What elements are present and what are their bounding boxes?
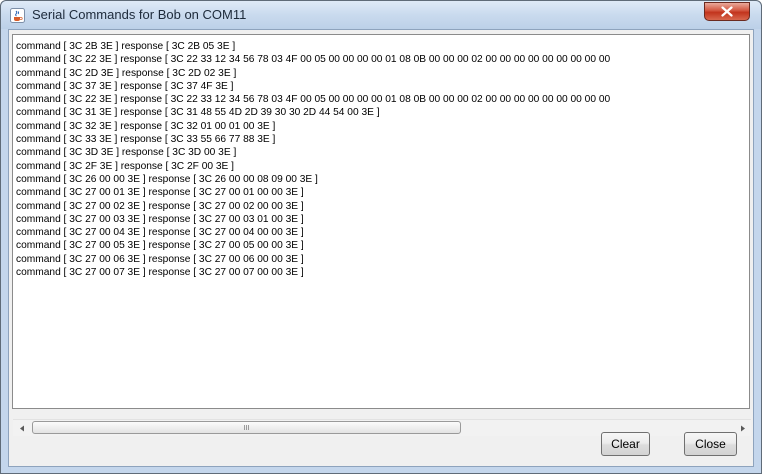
scrollbar-grip: III: [243, 423, 250, 432]
log-line: command [ 3C 22 3E ] response [ 3C 22 33…: [16, 94, 611, 106]
log-line: command [ 3C 27 00 07 3E ] response [ 3C…: [16, 267, 304, 279]
window-title: Serial Commands for Bob on COM11: [32, 7, 247, 22]
log-line: command [ 3C 27 00 03 3E ] response [ 3C…: [16, 213, 304, 225]
log-line: command [ 3C 22 3E ] response [ 3C 22 33…: [16, 54, 611, 66]
window-close-button[interactable]: [704, 2, 750, 21]
log-textarea[interactable]: command [ 3C 2B 3E ] response [ 3C 2B 05…: [12, 34, 750, 409]
log-line: command [ 3C 27 00 01 3E ] response [ 3C…: [16, 187, 304, 199]
log-line: command [ 3C 3D 3E ] response [ 3C 3D 00…: [16, 147, 237, 159]
log-line: command [ 3C 27 00 02 3E ] response [ 3C…: [16, 200, 304, 212]
log-line: command [ 3C 37 3E ] response [ 3C 37 4F…: [16, 80, 234, 92]
java-cup-icon: [10, 8, 25, 23]
scroll-left-button[interactable]: [13, 420, 30, 436]
log-line: command [ 3C 26 00 00 3E ] response [ 3C…: [16, 173, 318, 185]
log-line: command [ 3C 27 00 04 3E ] response [ 3C…: [16, 227, 304, 239]
log-line: command [ 3C 33 3E ] response [ 3C 33 55…: [16, 134, 276, 146]
log-line: command [ 3C 32 3E ] response [ 3C 32 01…: [16, 120, 276, 132]
dialog-window: Serial Commands for Bob on COM11 command…: [0, 0, 762, 474]
close-icon: [721, 6, 733, 17]
log-line: command [ 3C 2B 3E ] response [ 3C 2B 05…: [16, 41, 236, 52]
arrow-left-icon: [19, 425, 24, 431]
log-line: command [ 3C 27 00 06 3E ] response [ 3C…: [16, 253, 304, 265]
log-line: command [ 3C 2D 3E ] response [ 3C 2D 02…: [16, 67, 237, 79]
log-text: command [ 3C 2B 3E ] response [ 3C 2B 05…: [16, 40, 749, 279]
dialog-content: command [ 3C 2B 3E ] response [ 3C 2B 05…: [8, 29, 754, 467]
scrollbar-thumb[interactable]: III: [32, 421, 461, 434]
arrow-right-icon: [740, 425, 745, 431]
title-bar[interactable]: Serial Commands for Bob on COM11: [1, 1, 761, 29]
log-line: command [ 3C 31 3E ] response [ 3C 31 48…: [16, 107, 380, 119]
log-line: command [ 3C 27 00 05 3E ] response [ 3C…: [16, 240, 304, 252]
clear-button[interactable]: Clear: [601, 432, 650, 456]
close-button[interactable]: Close: [684, 432, 737, 456]
log-line: command [ 3C 2F 3E ] response [ 3C 2F 00…: [16, 160, 235, 172]
